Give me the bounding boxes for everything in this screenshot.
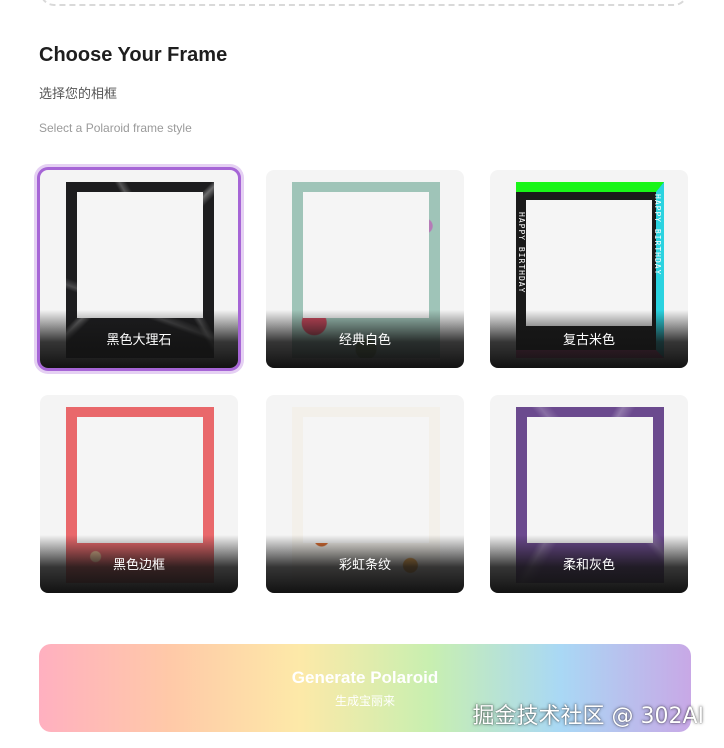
frame-decoration-text: HAPPY BIRTHDAY	[653, 194, 662, 276]
photo-placeholder	[526, 200, 652, 326]
frame-option-rainbow-stripes[interactable]: 彩虹条纹	[266, 395, 464, 593]
photo-placeholder	[303, 192, 429, 318]
frame-option-label: 复古米色	[562, 333, 615, 348]
frame-option-vintage-beige[interactable]: HAPPY BIRTHDAY HAPPY BIRTHDAY 复古米色	[490, 170, 688, 368]
page-title: Choose Your Frame	[39, 44, 228, 66]
frame-option-black-marble[interactable]: 黑色大理石	[40, 170, 238, 368]
photo-placeholder	[527, 417, 653, 543]
watermark: 掘金技术社区 @ 302AI	[472, 704, 704, 729]
frame-option-label: 彩虹条纹	[338, 558, 391, 573]
upload-dropzone[interactable]	[40, 0, 688, 6]
frame-option-soft-gray[interactable]: 柔和灰色	[490, 395, 688, 593]
photo-placeholder	[303, 417, 429, 543]
frame-decoration-text: HAPPY BIRTHDAY	[517, 212, 526, 294]
generate-button-label: Generate Polaroid	[291, 668, 439, 687]
frame-option-label: 黑色大理石	[106, 333, 172, 348]
photo-placeholder	[77, 417, 203, 543]
frame-option-label: 柔和灰色	[562, 558, 615, 573]
frame-option-black-border[interactable]: 黑色边框	[40, 395, 238, 593]
page-subtitle: 选择您的相框	[39, 87, 118, 102]
frame-option-label: 经典白色	[338, 333, 391, 348]
frame-hint: Select a Polaroid frame style	[39, 121, 192, 135]
frame-option-classic-white[interactable]: 经典白色	[266, 170, 464, 368]
photo-placeholder	[77, 192, 203, 318]
frame-option-label: 黑色边框	[112, 558, 165, 573]
